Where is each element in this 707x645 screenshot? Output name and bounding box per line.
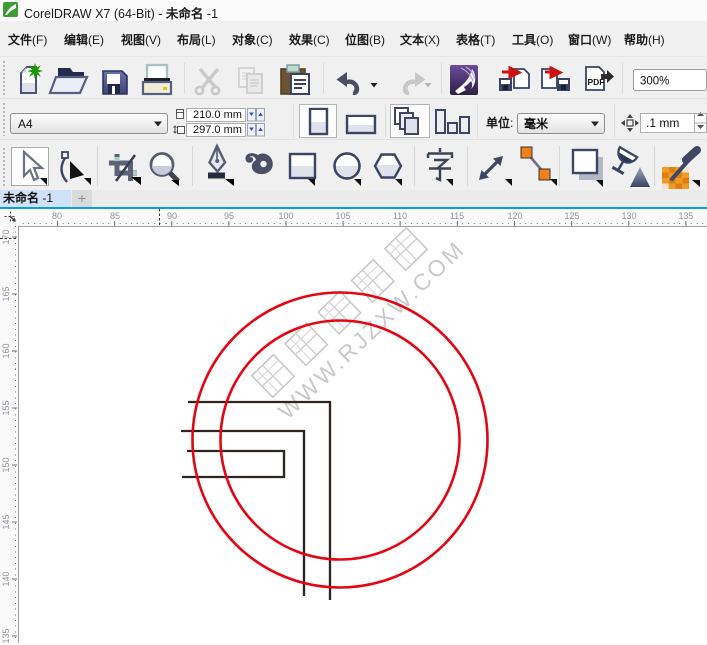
svg-text:300%: 300% — [640, 76, 669, 88]
